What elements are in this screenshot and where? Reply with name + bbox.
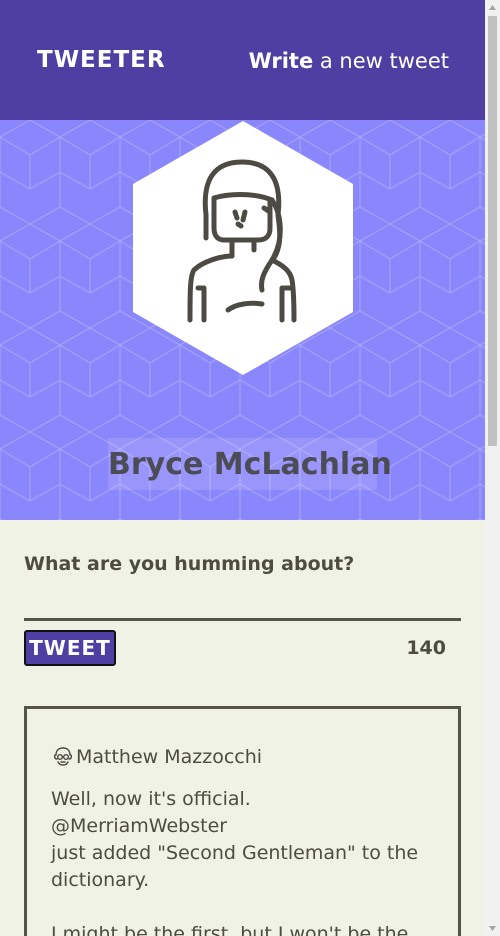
tweet-line: just added "Second Gentleman" to the [51,842,419,864]
tweet-text-input[interactable] [24,584,461,621]
tweet-button[interactable]: TWEET [24,630,116,666]
brand-logo[interactable]: TWEETER [37,46,166,74]
tweet-line: I might be the first, but I won't be the [51,923,409,936]
write-link-rest: a new tweet [313,49,449,73]
character-counter: 140 [406,637,446,659]
page: TWEETER Write a new tweet Bryce McLachla… [0,0,485,936]
profile-name: Bryce McLachlan [108,438,392,490]
woman-avatar-icon [133,121,353,375]
tweet-line: @MerriamWebster [51,815,228,837]
tweet-content: Well, now it's official. @MerriamWebster… [51,786,441,936]
tweet-line: dictionary. [51,869,150,891]
profile-header: Bryce McLachlan [0,120,485,520]
vertical-scrollbar[interactable] [485,0,500,936]
scroll-down-arrow-icon[interactable] [485,921,500,936]
top-nav: TWEETER Write a new tweet [0,0,485,120]
write-link-bold: Write [248,49,314,73]
tweet-line: Well, now it's official. [51,788,251,810]
tweet-header: Matthew Mazzocchi [51,743,262,771]
scroll-up-arrow-icon[interactable] [485,0,500,15]
write-new-tweet-link[interactable]: Write a new tweet [249,47,449,75]
compose-prompt-label: What are you humming about? [24,553,355,575]
scrollbar-thumb[interactable] [488,16,497,446]
old-man-avatar-icon [53,747,73,766]
tweet-author[interactable]: Matthew Mazzocchi [76,743,262,771]
tweet-card: Matthew Mazzocchi Well, now it's officia… [24,706,461,936]
